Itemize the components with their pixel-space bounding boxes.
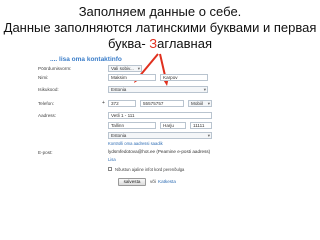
phone-plus-sign: + bbox=[102, 100, 105, 106]
salutation-select[interactable]: Vali sobiv... bbox=[108, 65, 142, 72]
caption-line-2: Данные заполняются латинскими буквами и … bbox=[3, 20, 317, 35]
caption-line-3-before: буква- bbox=[108, 36, 150, 51]
or-text: või bbox=[150, 179, 156, 184]
zip-input[interactable]: 11111 bbox=[190, 122, 212, 129]
check-address-link[interactable]: Kontrolli oma aadressi saadik bbox=[108, 141, 163, 146]
label-country: Isikukood: bbox=[38, 87, 59, 92]
label-title: Pöördumisvorm: bbox=[38, 66, 72, 71]
cancel-link[interactable]: Katkesta bbox=[158, 179, 176, 184]
address-country-select[interactable]: Estonia bbox=[108, 132, 212, 139]
phone-number-input[interactable]: 55575757 bbox=[140, 100, 184, 107]
save-button[interactable]: salvesta bbox=[118, 178, 146, 186]
consent-checkbox[interactable] bbox=[108, 167, 112, 171]
contact-form: .... lisa oma kontaktinfo Pöördumisvorm:… bbox=[38, 56, 292, 238]
caption: Заполняем данные о себе. Данные заполняю… bbox=[0, 4, 320, 52]
caption-line-1: Заполняем данные о себе. bbox=[78, 4, 242, 19]
caption-line-3: буква- Заглавная bbox=[0, 36, 320, 52]
phone-type-select[interactable]: Mobiil bbox=[188, 100, 212, 107]
country-select[interactable]: Estonia bbox=[108, 86, 208, 93]
label-name: Nimi: bbox=[38, 75, 49, 80]
city-input[interactable]: Tallinn bbox=[108, 122, 156, 129]
email-value: lydsmfedotova@hot.ee (Peamine e-posti aa… bbox=[108, 149, 220, 156]
consent-text: Nõustun ajaline infot kord perenõulga bbox=[115, 167, 185, 172]
street-input[interactable]: Vetli 1 - 111 bbox=[108, 112, 212, 119]
form-title: .... lisa oma kontaktinfo bbox=[50, 56, 122, 63]
caption-highlight-letter: З bbox=[149, 36, 158, 51]
first-name-input[interactable]: Maksim bbox=[108, 74, 156, 81]
last-name-input[interactable]: Karpov bbox=[160, 74, 208, 81]
label-email: E-post: bbox=[38, 150, 53, 155]
label-address: Aadress: bbox=[38, 113, 57, 118]
add-email-link[interactable]: Lisa bbox=[108, 157, 116, 162]
label-phone: Telefon: bbox=[38, 101, 55, 106]
phone-code-input[interactable]: 372 bbox=[108, 100, 136, 107]
county-input[interactable]: Harju bbox=[160, 122, 186, 129]
caption-line-3-after: аглавная bbox=[157, 36, 212, 51]
